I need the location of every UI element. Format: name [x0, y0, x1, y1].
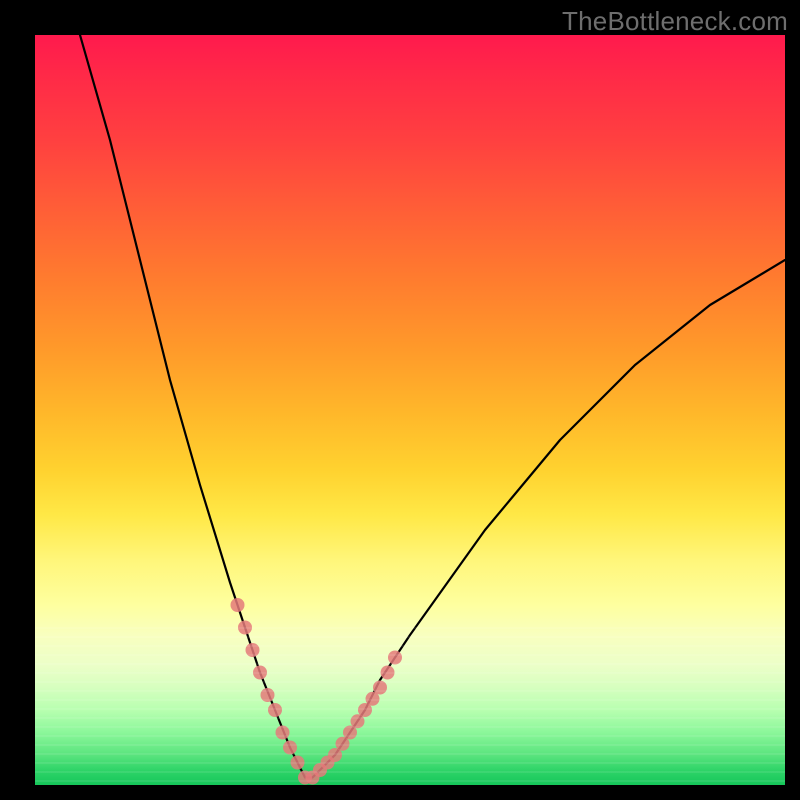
watermark-label: TheBottleneck.com [562, 6, 788, 37]
plot-area [35, 35, 785, 785]
response-curve [80, 35, 785, 778]
curve-marker [268, 703, 282, 717]
curve-marker [253, 666, 267, 680]
curve-marker [291, 756, 305, 770]
curve-marker [231, 598, 245, 612]
curve-marker [276, 726, 290, 740]
curve-marker [283, 741, 297, 755]
curve-marker [388, 651, 402, 665]
curve-marker [381, 666, 395, 680]
curve-marker [373, 681, 387, 695]
curve-marker [261, 688, 275, 702]
marker-layer [231, 598, 403, 785]
curve-marker [246, 643, 260, 657]
chart-svg [35, 35, 785, 785]
curve-layer [80, 35, 785, 778]
chart-frame: TheBottleneck.com [0, 0, 800, 800]
curve-marker [238, 621, 252, 635]
